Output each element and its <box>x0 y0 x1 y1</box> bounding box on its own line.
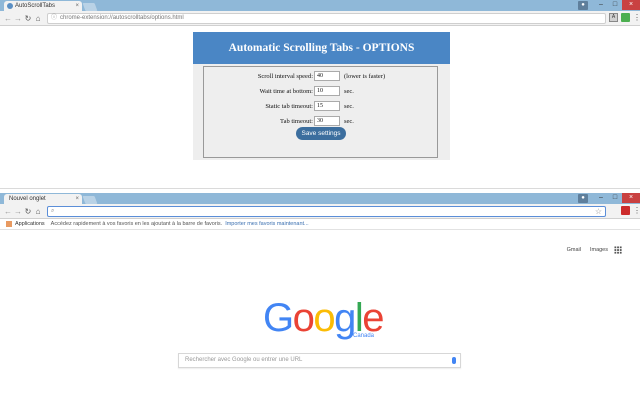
wait-time-row: Wait time at bottom: 10 sec. <box>204 86 439 97</box>
scroll-speed-unit: (lower is faster) <box>344 73 386 80</box>
google-logo: Google <box>263 296 384 340</box>
menu-icon[interactable]: ⋮ <box>633 206 640 215</box>
tab-close-icon[interactable]: × <box>75 1 79 11</box>
scroll-speed-row: Scroll interval speed: 40 (lower is fast… <box>204 71 439 82</box>
tab-title: Nouvel onglet <box>9 196 46 202</box>
tab-autoscrolltabs[interactable]: AutoScrollTabs × <box>4 1 82 11</box>
logo-letter: o <box>313 296 335 340</box>
logo-letter: e <box>362 296 384 340</box>
wait-time-input[interactable]: 10 <box>314 86 340 96</box>
bookmarks-bar: Applications Accédez rapidement à vos fa… <box>0 219 640 230</box>
address-text: chrome-extension://autoscrolltabs/option… <box>60 15 184 21</box>
search-placeholder: Rechercher avec Google ou entrer une URL <box>185 357 303 363</box>
back-icon[interactable]: ← <box>3 204 13 219</box>
wait-time-label: Wait time at bottom: <box>259 88 313 95</box>
images-link[interactable]: Images <box>590 247 608 253</box>
static-timeout-unit: sec. <box>344 103 354 110</box>
options-header: Automatic Scrolling Tabs - OPTIONS <box>193 32 450 64</box>
save-settings-button[interactable]: Save settings <box>296 127 346 140</box>
close-window-icon[interactable]: × <box>622 193 640 203</box>
red-extension-icon[interactable] <box>621 206 630 215</box>
bookmarks-message: Accédez rapidement à vos favoris en les … <box>50 220 223 227</box>
static-timeout-label: Static tab timeout: <box>265 103 313 110</box>
logo-letter: l <box>354 296 364 340</box>
maximize-icon[interactable]: □ <box>608 0 622 10</box>
address-bar[interactable]: ⌕ ☆ <box>47 206 606 217</box>
wait-time-unit: sec. <box>344 88 354 95</box>
static-timeout-input[interactable]: 15 <box>314 101 340 111</box>
browser-toolbar: ← → ↻ ⌂ ⌕ ☆ ⋮ <box>0 204 640 219</box>
maximize-icon[interactable]: □ <box>608 193 622 203</box>
forward-icon[interactable]: → <box>13 204 23 219</box>
tab-title: AutoScrollTabs <box>15 3 56 9</box>
logo-letter: o <box>292 296 315 340</box>
green-extension-icon[interactable] <box>621 13 630 22</box>
bottom-browser-window: Nouvel onglet × ● – □ × ← → ↻ ⌂ ⌕ ☆ ⋮ Ap… <box>0 193 640 400</box>
minimize-icon[interactable]: – <box>594 0 608 10</box>
reload-icon[interactable]: ↻ <box>23 204 33 219</box>
logo-letter: g <box>334 296 356 340</box>
options-page: Automatic Scrolling Tabs - OPTIONS Scrol… <box>193 32 450 160</box>
microphone-icon[interactable] <box>452 357 456 364</box>
window-controls: ● – □ × <box>578 193 640 203</box>
tab-new-tab[interactable]: Nouvel onglet × <box>4 194 82 204</box>
static-timeout-row: Static tab timeout: 15 sec. <box>204 101 439 112</box>
home-icon[interactable]: ⌂ <box>33 11 43 26</box>
forward-icon[interactable]: → <box>13 11 23 26</box>
translate-extension-icon[interactable]: A <box>609 13 618 22</box>
minimize-icon[interactable]: – <box>594 193 608 203</box>
menu-icon[interactable]: ⋮ <box>633 13 640 22</box>
tab-strip: AutoScrollTabs × ● – □ × <box>0 0 640 11</box>
extension-icons: ⋮ <box>621 206 640 215</box>
region-label: Canada <box>353 333 375 339</box>
apps-shortcut[interactable]: Applications <box>15 219 45 230</box>
gmail-link[interactable]: Gmail <box>567 247 581 253</box>
top-browser-window: AutoScrollTabs × ● – □ × ← → ↻ ⌂ ⓘ chrom… <box>0 0 640 188</box>
tab-strip: Nouvel onglet × ● – □ × <box>0 193 640 204</box>
tab-timeout-row: Tab timeout: 30 sec. <box>204 116 439 127</box>
import-bookmarks-link[interactable]: Importer mes favoris maintenant... <box>225 219 308 230</box>
extension-icons: A ⋮ <box>609 13 640 22</box>
tab-timeout-input[interactable]: 30 <box>314 116 340 126</box>
reload-icon[interactable]: ↻ <box>23 11 33 26</box>
page-info-icon[interactable]: ⓘ <box>51 14 57 23</box>
page-favicon-icon <box>7 3 13 9</box>
profile-icon[interactable]: ● <box>578 0 588 10</box>
tab-timeout-label: Tab timeout: <box>280 118 313 125</box>
scroll-speed-label: Scroll interval speed: <box>257 73 313 80</box>
browser-toolbar: ← → ↻ ⌂ ⓘ chrome-extension://autoscrollt… <box>0 11 640 26</box>
address-bar[interactable]: ⓘ chrome-extension://autoscrolltabs/opti… <box>47 13 606 24</box>
tab-close-icon[interactable]: × <box>75 194 79 204</box>
ntp-top-links: Gmail Images <box>567 247 608 253</box>
google-apps-icon[interactable] <box>614 246 622 254</box>
new-tab-button[interactable] <box>82 3 98 11</box>
close-window-icon[interactable]: × <box>622 0 640 10</box>
search-input[interactable]: Rechercher avec Google ou entrer une URL <box>178 353 461 368</box>
apps-grid-icon[interactable] <box>6 221 12 227</box>
new-tab-button[interactable] <box>82 196 98 204</box>
bookmark-star-icon[interactable]: ☆ <box>595 207 602 216</box>
scroll-speed-input[interactable]: 40 <box>314 71 340 81</box>
home-icon[interactable]: ⌂ <box>33 204 43 219</box>
logo-letter: G <box>263 296 294 340</box>
back-icon[interactable]: ← <box>3 11 13 26</box>
window-controls: ● – □ × <box>578 0 640 10</box>
tab-timeout-unit: sec. <box>344 118 354 125</box>
profile-icon[interactable]: ● <box>578 193 588 203</box>
options-panel: Scroll interval speed: 40 (lower is fast… <box>203 66 438 158</box>
search-icon: ⌕ <box>51 208 55 214</box>
